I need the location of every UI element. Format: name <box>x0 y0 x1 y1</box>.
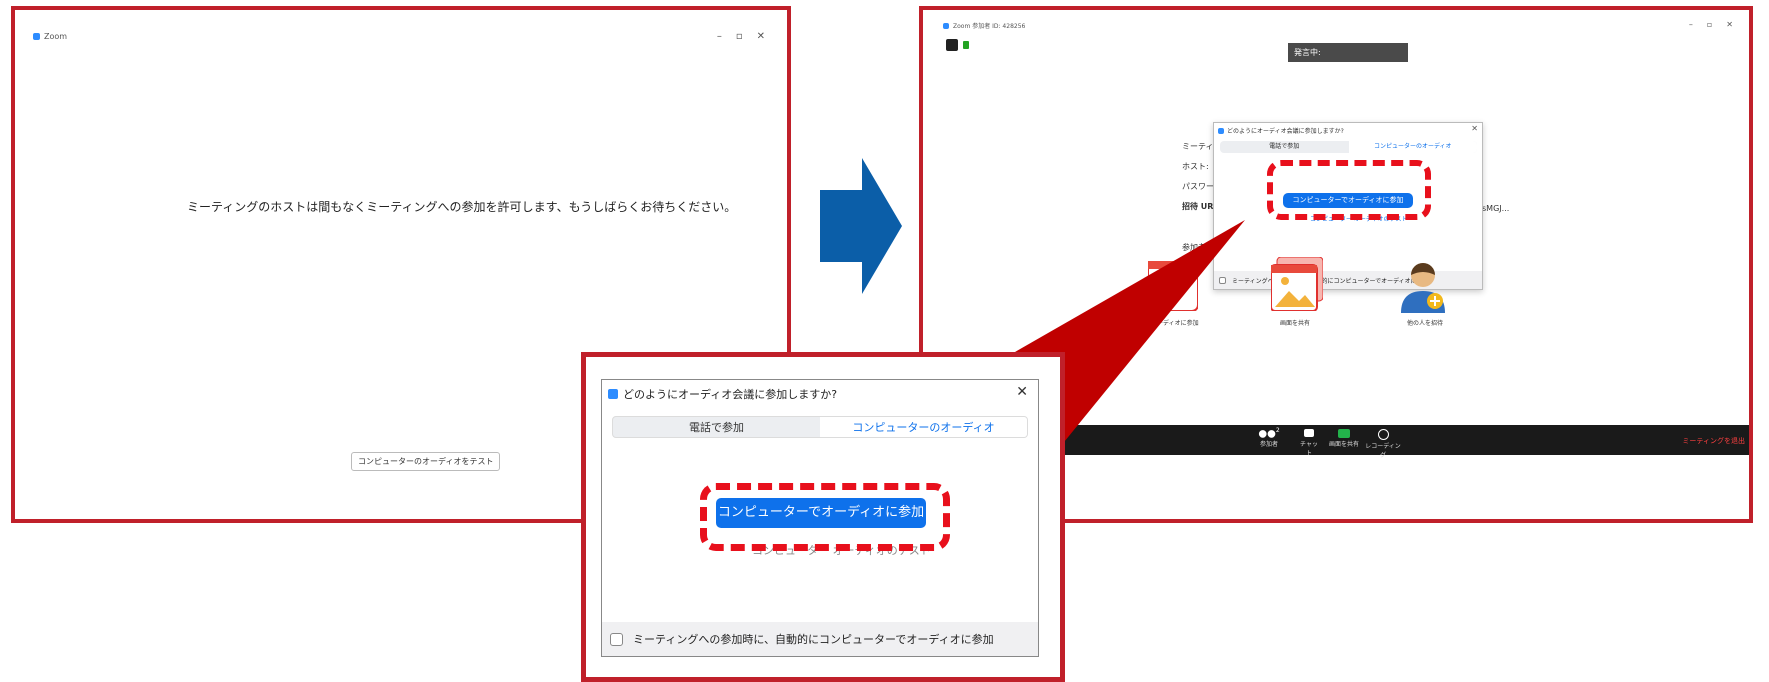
zoom-logo-icon <box>608 389 618 399</box>
window-title-bar: Zoom <box>33 32 67 41</box>
tab-computer-audio[interactable]: コンピューターのオーディオ <box>820 417 1027 437</box>
highlight-dashed-box-large <box>700 483 950 551</box>
leave-meeting-button[interactable]: ミーティングを退出 <box>1682 436 1745 446</box>
participants-icon: ●●2 <box>1258 427 1280 440</box>
dialog-title: どのようにオーディオ会議に参加しますか? <box>623 388 838 401</box>
minimize-button[interactable]: – <box>1689 20 1693 29</box>
test-computer-audio-button[interactable]: コンピューターのオーディオをテスト <box>351 452 501 471</box>
window-controls: – ▫ ✕ <box>717 31 765 42</box>
chat-button[interactable]: チャット <box>1298 429 1320 457</box>
zoomed-dialog-frame: どのようにオーディオ会議に参加しますか? ✕ 電話で参加 コンピューターのオーデ… <box>581 352 1065 682</box>
share-label: 画面を共有 <box>1328 441 1359 448</box>
maximize-button[interactable]: ▫ <box>1707 20 1712 29</box>
invite-icon[interactable] <box>1401 261 1447 317</box>
participants-button[interactable]: ●●2 参加者 <box>1256 427 1282 448</box>
close-button[interactable]: ✕ <box>757 31 765 42</box>
dialog-title: どのようにオーディオ会議に参加しますか? <box>1227 128 1344 135</box>
record-button[interactable]: レコーディング <box>1365 429 1401 459</box>
zoom-logo-icon <box>33 33 40 40</box>
dialog-footer: ミーティングへの参加時に、自動的にコンピューターでオーディオに参加 <box>602 622 1038 656</box>
chat-label: チャット <box>1300 441 1318 457</box>
dialog-title-row: どのようにオーディオ会議に参加しますか? <box>608 386 837 402</box>
highlight-dashed-box-small <box>1267 160 1431 220</box>
info-url-value[interactable]: sMGJ... <box>1482 204 1509 213</box>
action-label-share: 画面を共有 <box>1280 320 1311 327</box>
share-icon <box>1338 429 1350 438</box>
right-arrow-icon <box>820 158 902 294</box>
window-controls: – ▫ ✕ <box>1689 20 1733 29</box>
zoom-logo-icon <box>943 22 949 29</box>
chat-icon <box>1304 429 1314 437</box>
share-screen-icon[interactable] <box>1270 256 1324 315</box>
action-label-audio: オーディオに参加 <box>1151 320 1199 327</box>
auto-join-label: ミーティングへの参加時に、自動的にコンピューターでオーディオに参加 <box>1232 277 1429 285</box>
encryption-lock-icon <box>963 41 969 49</box>
waiting-message: ミーティングのホストは間もなくミーティングへの参加を許可します、もうしばらくお待… <box>187 200 737 214</box>
auto-join-checkbox[interactable] <box>610 632 623 646</box>
info-label-participants: 参加者 <box>1182 243 1206 252</box>
info-label-host: ホスト: <box>1182 162 1209 171</box>
window-title: Zoom 参加者 ID: 428256 <box>953 23 1026 30</box>
dialog-close-icon[interactable]: ✕ <box>1471 124 1478 133</box>
window-title: Zoom <box>44 32 68 41</box>
tab-computer-audio[interactable]: コンピューターのオーディオ <box>1348 141 1477 153</box>
dialog-tabs: 電話で参加 コンピューターのオーディオ <box>612 416 1028 438</box>
tab-phone[interactable]: 電話で参加 <box>1220 141 1349 153</box>
zoom-logo-icon <box>1218 127 1224 134</box>
auto-join-checkbox[interactable] <box>1219 276 1226 284</box>
dialog-close-icon[interactable]: ✕ <box>1016 384 1028 400</box>
record-label: レコーディング <box>1365 443 1401 459</box>
tab-phone[interactable]: 電話で参加 <box>613 417 820 437</box>
action-label-invite: 他の人を招待 <box>1407 320 1444 327</box>
record-icon <box>1377 429 1389 440</box>
close-button[interactable]: ✕ <box>1726 20 1733 29</box>
maximize-button[interactable]: ▫ <box>736 31 743 42</box>
minimize-button[interactable]: – <box>717 31 722 42</box>
dialog-tabs: 電話で参加 コンピューターのオーディオ <box>1220 141 1477 153</box>
auto-join-label: ミーティングへの参加時に、自動的にコンピューターでオーディオに参加 <box>633 633 994 646</box>
meeting-info-icon[interactable] <box>946 39 958 51</box>
participants-count: 2 <box>1275 427 1280 434</box>
share-screen-button[interactable]: 画面を共有 <box>1328 429 1360 448</box>
speaker-indicator: 発言中: <box>1288 43 1408 62</box>
window-title-bar: Zoom 参加者 ID: 428256 <box>943 21 1025 30</box>
headphones-icon[interactable] <box>1147 260 1199 315</box>
dialog-title-row: どのようにオーディオ会議に参加しますか? <box>1218 126 1344 135</box>
participants-label: 参加者 <box>1259 441 1278 449</box>
